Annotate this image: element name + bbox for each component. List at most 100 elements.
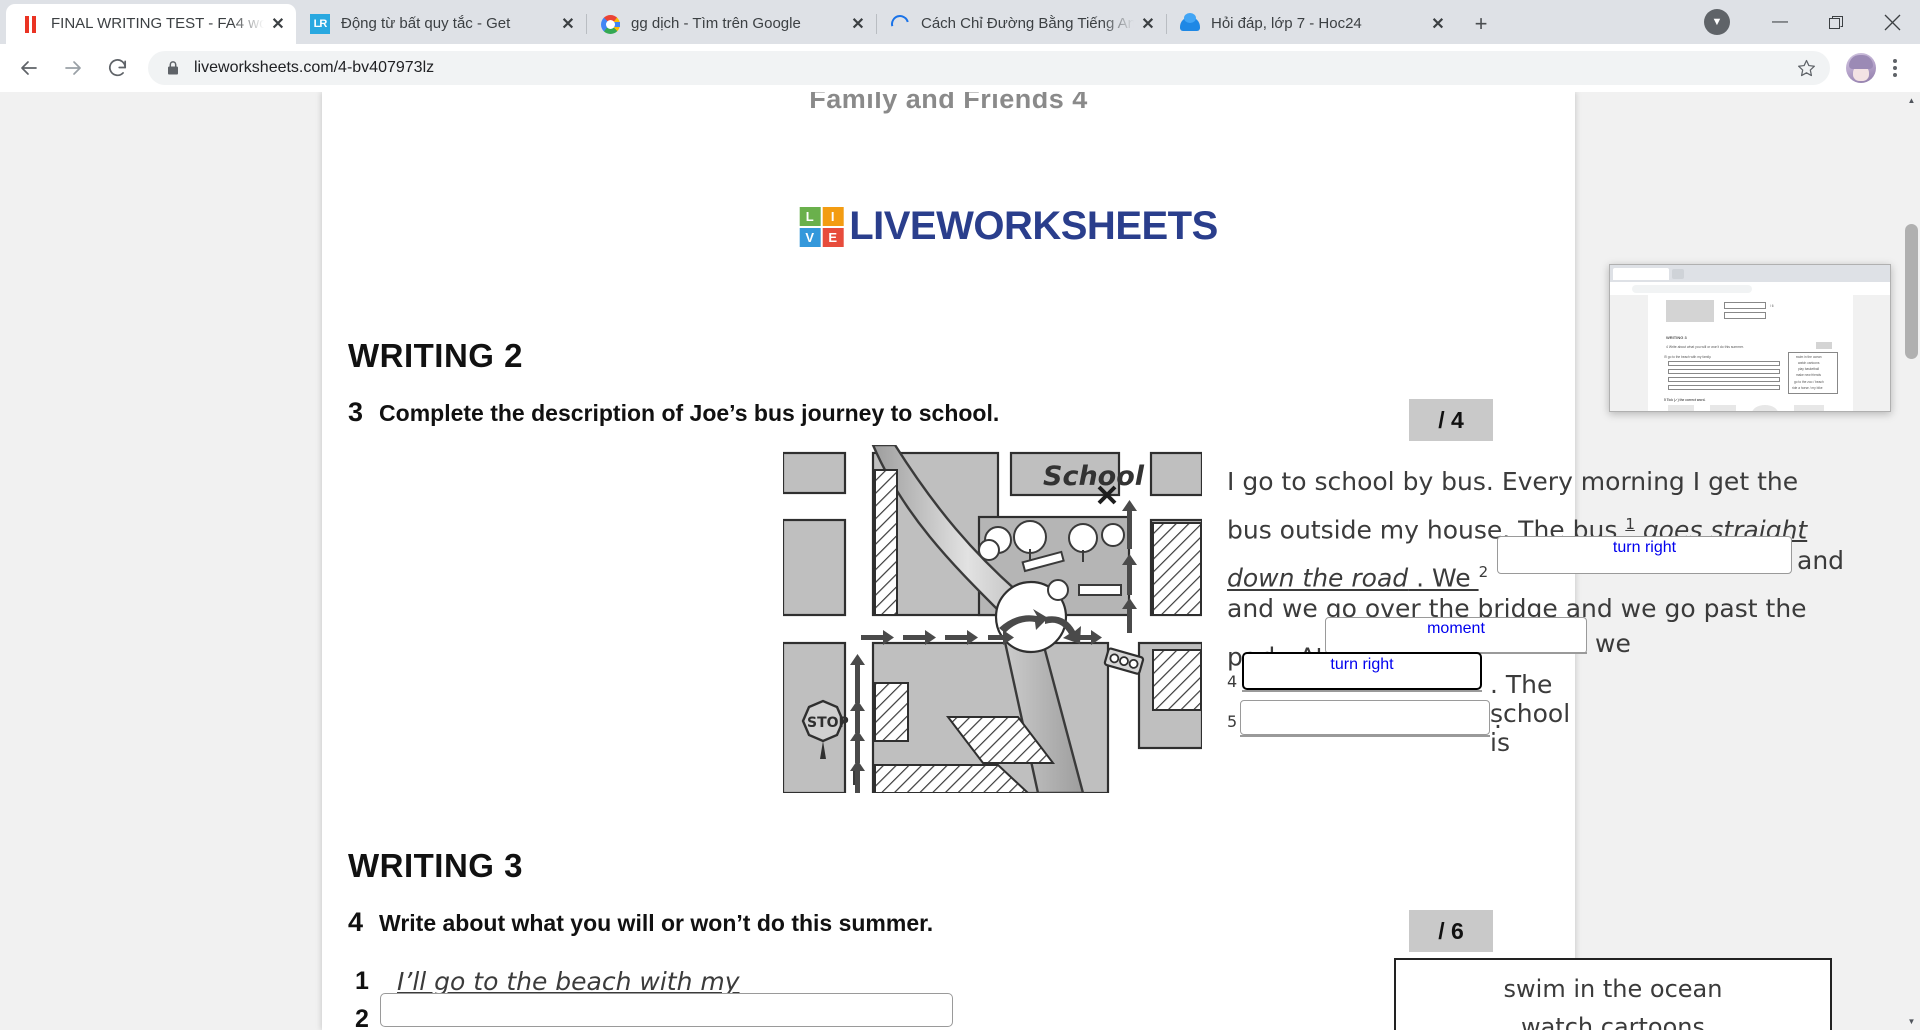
writing3-input-2[interactable] xyxy=(380,993,953,1027)
preview-input xyxy=(1668,377,1780,382)
google-icon xyxy=(600,14,620,34)
writing3-line-number-2: 2 xyxy=(355,1005,369,1030)
preview-input xyxy=(1668,385,1780,390)
tab-title: FINAL WRITING TEST - FA4 worksheet xyxy=(51,15,264,32)
word-bank-item-1: swim in the ocean xyxy=(1503,975,1723,1003)
close-window-button[interactable] xyxy=(1864,0,1920,44)
preview-text: / 6 xyxy=(1770,304,1774,308)
preview-input xyxy=(1668,369,1780,374)
para-blank-num-5: 5 xyxy=(1227,712,1238,731)
browser-tab-2[interactable]: gg dịch - Tìm trên Google ✕ xyxy=(586,4,876,44)
logo-letter-i: I xyxy=(822,206,844,226)
para-blank-num-1: 1 xyxy=(1625,515,1635,533)
forward-arrow-icon xyxy=(65,61,81,75)
preview-blank xyxy=(1724,312,1766,319)
writing3-question-text: Write about what you will or won’t do th… xyxy=(379,910,934,936)
cloud-icon xyxy=(1180,13,1200,34)
browser-menu-button[interactable] xyxy=(1880,50,1910,86)
answer-input-4[interactable]: turn right xyxy=(1242,652,1482,690)
preview-item-thumb xyxy=(1752,405,1778,411)
writing2-section-title: WRITING 2 xyxy=(348,337,523,374)
liveworksheets-logo: L I V E LIVEWORKSHEETS xyxy=(799,204,1218,249)
screen-share-preview[interactable]: / 6 WRITING 3 4 Write about what you wil… xyxy=(1609,264,1891,412)
preview-page: / 6 WRITING 3 4 Write about what you wil… xyxy=(1610,295,1890,411)
preview-bank-item: watch cartoons xyxy=(1798,361,1820,365)
tab-close-button[interactable]: ✕ xyxy=(1134,10,1162,38)
writing2-paragraph: I go to school by bus. Every morning I g… xyxy=(1227,460,1847,600)
minimize-button[interactable]: — xyxy=(1752,0,1808,44)
tab-close-button[interactable]: ✕ xyxy=(264,10,292,38)
para-text-school-is: . The school is xyxy=(1490,670,1571,757)
answer-5-underline xyxy=(1240,735,1490,737)
tab-close-button[interactable]: ✕ xyxy=(1424,10,1452,38)
maximize-button[interactable] xyxy=(1808,0,1864,44)
answer-input-5[interactable] xyxy=(1240,700,1490,735)
writing3-line-number-1: 1 xyxy=(355,967,369,995)
pause-bars-icon xyxy=(20,14,40,34)
tab-title: gg dịch - Tìm trên Google xyxy=(631,15,801,32)
bus-route-map-image: School STOP xyxy=(783,445,1202,793)
writing3-score-box: / 6 xyxy=(1409,910,1493,952)
forward-button[interactable] xyxy=(54,49,92,87)
preview-url-field xyxy=(1632,284,1752,293)
para-text-we: we xyxy=(1595,629,1631,658)
tab-close-button[interactable]: ✕ xyxy=(554,10,582,38)
logo-letter-l: L xyxy=(799,206,821,226)
browser-tab-0[interactable]: FINAL WRITING TEST - FA4 worksheet ✕ xyxy=(6,4,296,44)
scroll-up-button[interactable]: ▲ xyxy=(1903,92,1920,109)
loading-spinner-icon xyxy=(887,11,913,37)
reload-button[interactable] xyxy=(98,49,136,87)
reload-icon xyxy=(108,58,126,76)
writing3-question-row: 4 Write about what you will or won’t do … xyxy=(348,907,933,938)
tab-close-button[interactable]: ✕ xyxy=(844,10,872,38)
preview-next-question: 5 Tick (✓) the correct word. xyxy=(1664,398,1706,402)
logo-letter-e: E xyxy=(822,227,844,247)
preview-sheet: / 6 WRITING 3 4 Write about what you wil… xyxy=(1648,295,1853,411)
writing2-question-row: 3 Complete the description of Joe’s bus … xyxy=(348,397,999,428)
writing2-score-box: / 4 xyxy=(1409,399,1493,441)
svg-text:STOP: STOP xyxy=(807,715,849,731)
bookmark-star-icon[interactable] xyxy=(1790,52,1822,84)
browser-tab-1[interactable]: LR Động từ bất quy tắc - Get ✕ xyxy=(296,4,586,44)
url-text[interactable]: liveworksheets.com/4-bv407973lz xyxy=(194,59,1790,77)
para-blank-num-4: 4 xyxy=(1227,672,1238,691)
preview-heading: WRITING 3 xyxy=(1666,335,1687,340)
preview-line-1: I'll go to the beach with my family. xyxy=(1664,355,1712,359)
logo-letter-v: V xyxy=(799,227,821,247)
scroll-down-button[interactable]: ▼ xyxy=(1903,1013,1920,1030)
preview-score-box xyxy=(1816,342,1832,349)
scrollbar-thumb[interactable] xyxy=(1905,224,1918,359)
word-bank-item-2: watch cartoons xyxy=(1520,1013,1706,1030)
tab-title: Động từ bất quy tắc - Get xyxy=(341,15,511,32)
preview-tab xyxy=(1613,267,1669,280)
preview-map-thumb xyxy=(1666,300,1714,322)
answer-input-3[interactable]: moment xyxy=(1325,617,1587,654)
preview-item-thumb xyxy=(1668,405,1694,411)
browser-toolbar: liveworksheets.com/4-bv407973lz xyxy=(0,44,1920,92)
back-arrow-icon xyxy=(21,61,37,75)
preview-question: 4 Write about what you will or won't do … xyxy=(1666,345,1744,349)
browser-tab-3[interactable]: Cách Chỉ Đường Bằng Tiếng Anh ✕ xyxy=(876,4,1166,44)
answer-input-2[interactable]: turn right xyxy=(1497,536,1792,574)
back-button[interactable] xyxy=(10,49,48,87)
window-controls: ▼ — xyxy=(1704,0,1920,44)
preview-bank-item: ride a horse / my bike xyxy=(1792,386,1823,390)
tab-title: Cách Chỉ Đường Bằng Tiếng Anh xyxy=(921,15,1134,32)
worksheet-subtitle: Family and Friends 4 xyxy=(809,92,1088,114)
para-text-and: and xyxy=(1797,546,1845,575)
page-scrollbar[interactable]: ▲ ▼ xyxy=(1903,92,1920,1030)
writing2-question-number: 3 xyxy=(348,397,364,427)
tab-title: Hỏi đáp, lớp 7 - Hoc24 xyxy=(1211,15,1362,32)
logo-wordmark: LIVEWORKSHEETS xyxy=(849,204,1218,248)
new-tab-button[interactable]: + xyxy=(1464,7,1498,41)
address-bar[interactable]: liveworksheets.com/4-bv407973lz xyxy=(148,51,1830,85)
preview-tab-strip xyxy=(1610,265,1890,282)
map-svg: School STOP xyxy=(783,445,1202,793)
answer-4-underline xyxy=(1242,690,1482,692)
media-control-icon[interactable]: ▼ xyxy=(1704,9,1730,35)
close-icon xyxy=(1884,14,1900,30)
browser-tab-4[interactable]: Hỏi đáp, lớp 7 - Hoc24 ✕ xyxy=(1166,4,1456,44)
avatar[interactable] xyxy=(1846,53,1876,83)
preview-bank-item: make new friends xyxy=(1796,373,1821,377)
preview-item-thumb xyxy=(1794,405,1824,411)
